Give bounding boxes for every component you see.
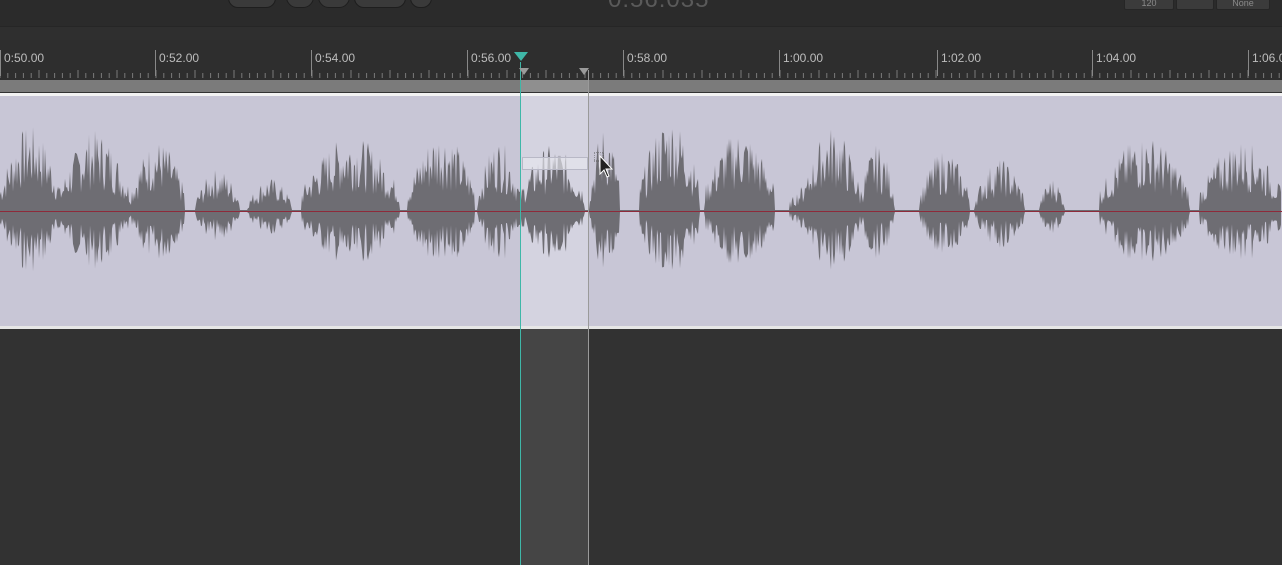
- stop-button[interactable]: [286, 0, 314, 8]
- ruler-label: 0:52.00: [155, 50, 199, 76]
- tempo-box[interactable]: 120: [1124, 0, 1174, 10]
- top-toolbar: 0:56.035 120 None: [0, 0, 1282, 41]
- ruler-label: 0:58.00: [623, 50, 667, 76]
- ruler-label: 1:00.00: [779, 50, 823, 76]
- clip-selection-bar[interactable]: [522, 157, 588, 170]
- loop-button[interactable]: [410, 0, 432, 8]
- waveform-center-line: [0, 211, 1282, 212]
- ruler-label: 1:02.00: [937, 50, 981, 76]
- toolbar-strip: [0, 26, 1282, 41]
- ruler-label: 1:06.00: [1248, 50, 1282, 76]
- playhead-line[interactable]: [520, 62, 521, 565]
- selection-end-line[interactable]: [588, 70, 589, 565]
- playhead-marker-icon[interactable]: [514, 52, 528, 61]
- timeline-ruler[interactable]: 0:50.00 0:52.00 0:54.00 0:56.00 0:58.00 …: [0, 40, 1282, 80]
- selection-shadow: [520, 329, 588, 565]
- meter-box[interactable]: [1176, 0, 1214, 10]
- record-button[interactable]: [354, 0, 406, 8]
- play-button[interactable]: [318, 0, 350, 8]
- ruler-label: 0:56.00: [467, 50, 511, 76]
- audio-track[interactable]: [0, 93, 1282, 329]
- rewind-button[interactable]: [228, 0, 276, 8]
- selection-start-marker-icon[interactable]: [519, 68, 529, 75]
- pointer-arrow-icon: [594, 152, 614, 178]
- snap-dropdown[interactable]: None: [1216, 0, 1270, 10]
- selection-end-marker-icon[interactable]: [579, 68, 589, 75]
- ruler-label: 0:50.00: [0, 50, 44, 76]
- selection-range-highlight[interactable]: [520, 80, 588, 92]
- ruler-label: 0:54.00: [311, 50, 355, 76]
- selection-range-bar[interactable]: [0, 80, 1282, 92]
- time-display: 0:56.035: [608, 0, 709, 14]
- ruler-label: 1:04.00: [1092, 50, 1136, 76]
